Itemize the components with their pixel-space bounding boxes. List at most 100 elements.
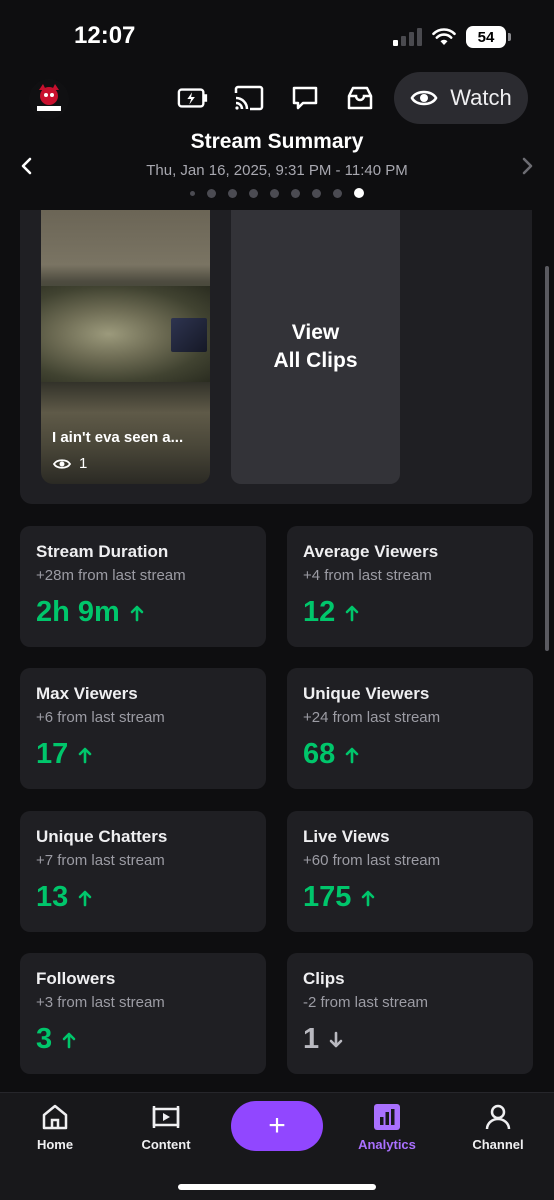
stat-value-row: 17 [36,738,250,771]
stat-value: 2h 9m [36,596,120,628]
home-indicator[interactable] [178,1184,376,1190]
stat-value-row: 13 [36,881,250,914]
stat-value: 68 [303,738,336,770]
home-icon [42,1104,68,1130]
page-dot[interactable] [333,188,342,198]
top-header: Watch [0,72,554,124]
stat-title: Followers [36,969,116,988]
cast-icon[interactable] [233,82,265,114]
eye-icon [53,458,71,469]
page-dot-active[interactable] [354,188,364,198]
tab-analytics[interactable]: Analytics [342,1103,432,1152]
page-dot[interactable] [207,188,216,198]
stat-value: 3 [36,1023,53,1055]
stat-card-max-viewers[interactable]: Max Viewers +6 from last stream 17 [20,668,266,789]
clip-views: 1 [53,455,87,472]
stat-subtitle: +3 from last stream [36,994,165,1011]
stream-summary-header: Stream Summary Thu, Jan 16, 2025, 9:31 P… [0,128,554,208]
watch-button[interactable]: Watch [394,72,528,124]
clip-view-count: 1 [79,455,88,472]
status-indicators: 54 [393,26,511,48]
page-dot[interactable] [228,188,237,198]
tab-content[interactable]: Content [121,1103,211,1152]
video-content-icon [152,1106,180,1128]
eye-icon [410,90,438,106]
stat-value-row: 68 [303,738,517,771]
stat-value-row: 175 [303,881,517,914]
clip-title: I ain't eva seen a... [52,429,184,446]
power-battery-icon[interactable] [177,82,209,114]
stat-card-live-views[interactable]: Live Views +60 from last stream 175 [287,811,533,932]
view-all-clips-button[interactable]: View All Clips [231,210,400,484]
channel-logo-icon [29,79,69,119]
stat-subtitle: +6 from last stream [36,709,165,726]
stat-subtitle: +4 from last stream [303,567,432,584]
inbox-icon[interactable] [344,82,376,114]
scrollbar[interactable] [545,266,549,651]
watch-label: Watch [450,85,512,110]
page-dot[interactable] [291,188,300,198]
stat-title: Stream Duration [36,542,169,561]
stat-title: Unique Chatters [36,827,168,846]
stat-subtitle: +24 from last stream [303,709,441,726]
stat-value-row: 1 [303,1023,517,1056]
stat-subtitle: +28m from last stream [36,567,186,584]
stat-title: Live Views [303,827,390,846]
next-stream-button[interactable] [515,154,539,178]
tab-channel[interactable]: Channel [453,1103,543,1152]
page-dot[interactable] [249,188,258,198]
arrow-down-icon [329,1031,343,1047]
chevron-right-icon [522,157,533,175]
arrow-up-icon [362,890,375,906]
page-dot[interactable] [270,188,279,198]
clip-facecam [171,318,207,352]
arrow-up-icon [78,747,92,763]
stat-card-average-viewers[interactable]: Average Viewers +4 from last stream 12 [287,526,533,647]
plus-icon: + [268,1109,286,1142]
page-title: Stream Summary [190,130,364,153]
clips-panel: I ain't eva seen a... 1 View All Clips [20,210,532,504]
stat-value: 12 [303,596,336,628]
tab-channel-label: Channel [472,1137,524,1152]
view-all-line2: All Clips [273,349,358,372]
wifi-icon [432,28,456,45]
chevron-left-icon [21,157,32,175]
chat-bubble-icon[interactable] [289,82,321,114]
clip-card[interactable]: I ain't eva seen a... 1 [41,210,210,484]
arrow-up-icon [345,747,359,763]
stat-card-clips[interactable]: Clips -2 from last stream 1 [287,953,533,1074]
previous-stream-button[interactable] [15,154,39,178]
battery-icon: 54 [466,26,511,48]
stat-title: Unique Viewers [303,684,430,703]
create-button[interactable]: + [231,1101,323,1151]
stat-value-row: 3 [36,1023,250,1056]
arrow-up-icon [130,605,144,621]
stream-date-range: Thu, Jan 16, 2025, 9:31 PM - 11:40 PM [146,162,408,179]
stat-title: Average Viewers [303,542,439,561]
user-profile-icon [485,1104,511,1130]
stat-card-stream-duration[interactable]: Stream Duration +28m from last stream 2h… [20,526,266,647]
tab-home[interactable]: Home [10,1103,100,1152]
stat-title: Max Viewers [36,684,138,703]
page-dot[interactable] [190,190,195,196]
stat-value: 13 [36,881,69,913]
stat-card-unique-viewers[interactable]: Unique Viewers +24 from last stream 68 [287,668,533,789]
cellular-signal-icon [393,28,422,46]
status-time: 12:07 [74,22,136,49]
stat-subtitle: +60 from last stream [303,852,441,869]
channel-avatar[interactable] [28,78,70,120]
tab-home-label: Home [36,1137,74,1152]
stat-card-unique-chatters[interactable]: Unique Chatters +7 from last stream 13 [20,811,266,932]
stat-subtitle: -2 from last stream [303,994,429,1011]
stat-value-row: 12 [303,596,517,629]
stat-value: 1 [303,1023,320,1055]
status-bar: 12:07 54 [0,0,554,70]
page-dot[interactable] [312,188,321,198]
stat-card-followers[interactable]: Followers +3 from last stream 3 [20,953,266,1074]
arrow-up-icon [78,890,92,906]
arrow-up-icon [345,605,359,621]
analytics-chart-icon [374,1104,400,1130]
stat-title: Clips [303,969,345,988]
stat-subtitle: +7 from last stream [36,852,165,869]
stat-value-row: 2h 9m [36,596,250,629]
